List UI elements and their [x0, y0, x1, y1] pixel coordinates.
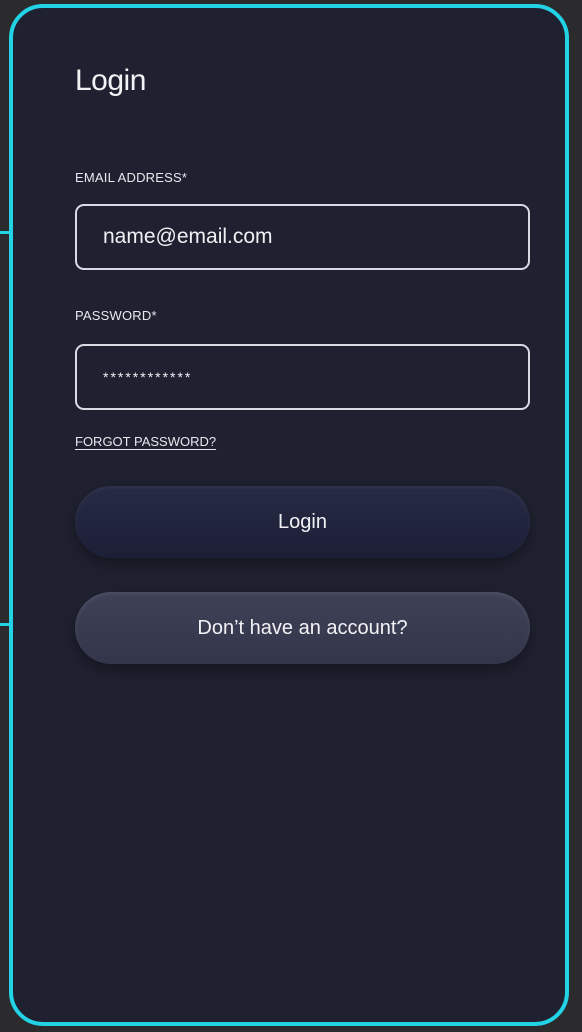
email-field[interactable]: name@email.com — [75, 204, 530, 270]
password-value: ************ — [103, 369, 193, 385]
password-field[interactable]: ************ — [75, 344, 530, 410]
login-button[interactable]: Login — [75, 486, 530, 558]
annotated-screen: Login EMAIL ADDRESS* name@email.com PASS… — [0, 0, 582, 1032]
password-label: PASSWORD* — [75, 308, 157, 323]
create-account-button-label: Don’t have an account? — [197, 616, 408, 639]
email-value: name@email.com — [103, 225, 273, 248]
forgot-password-link[interactable]: FORGOT PASSWORD? — [75, 434, 216, 449]
create-account-button[interactable]: Don’t have an account? — [75, 592, 530, 664]
email-label: EMAIL ADDRESS* — [75, 170, 188, 185]
login-screen: Login EMAIL ADDRESS* name@email.com PASS… — [9, 4, 569, 1026]
login-button-label: Login — [278, 510, 327, 533]
page-title: Login — [75, 64, 146, 97]
